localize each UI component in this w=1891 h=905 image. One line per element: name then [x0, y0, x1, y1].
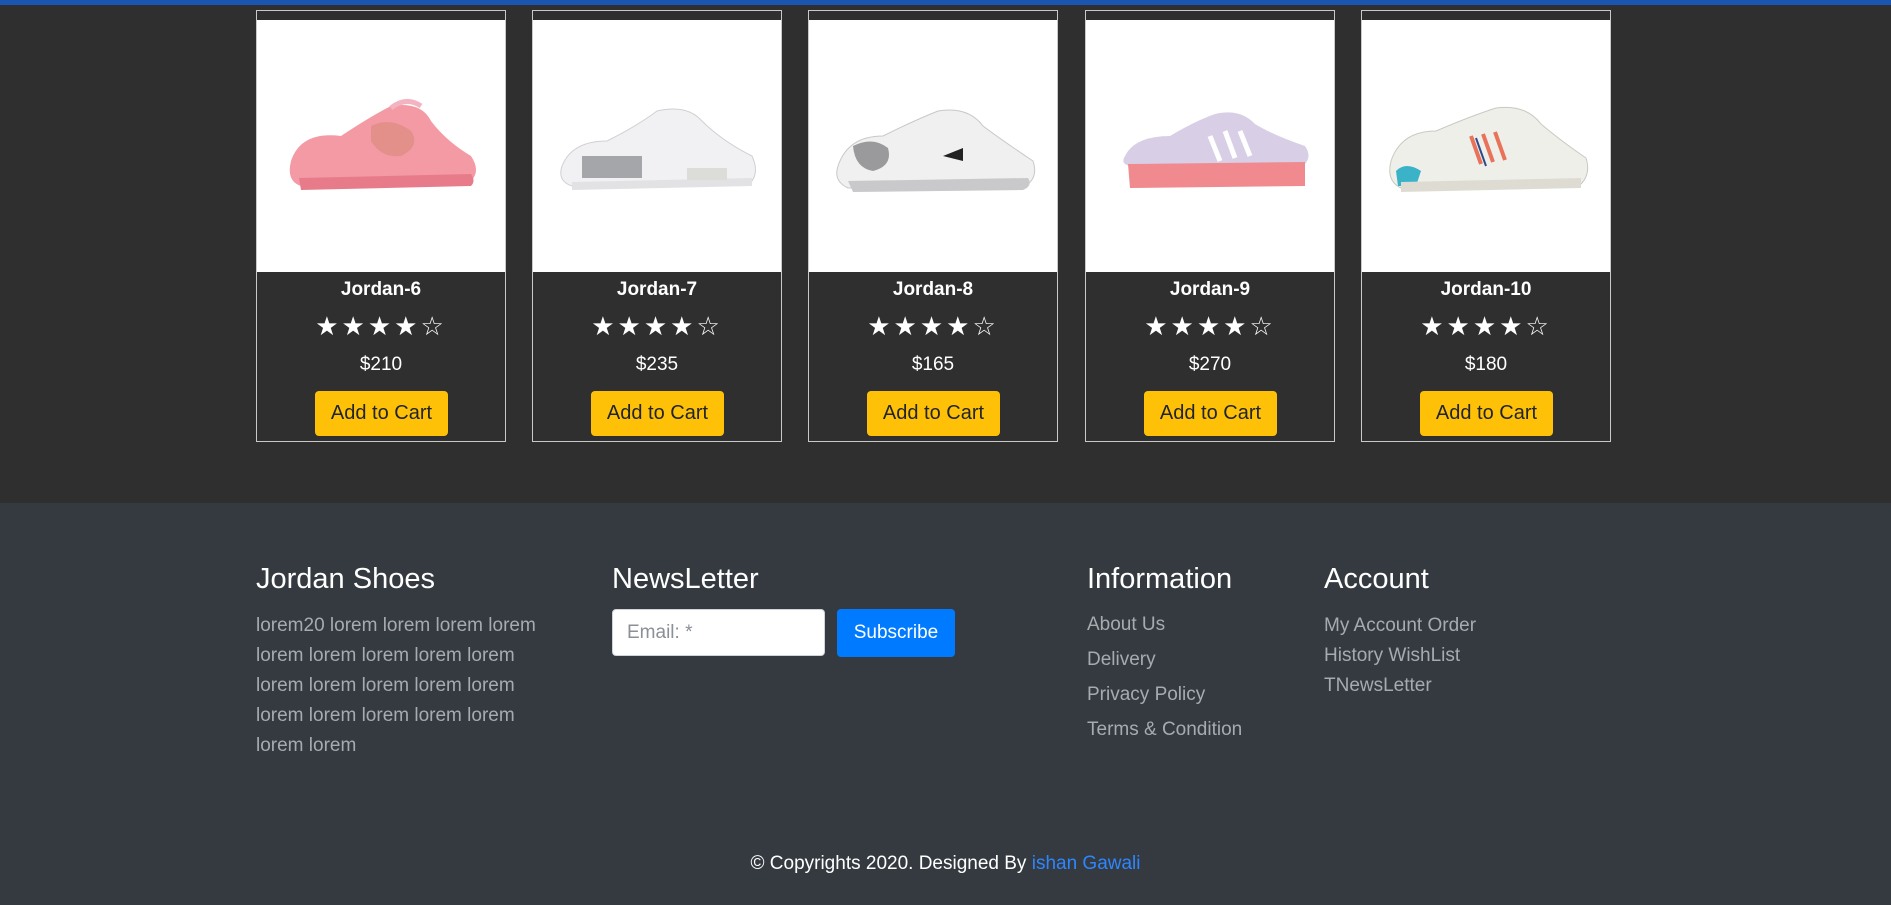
star-filled-icon: ★ [893, 311, 920, 341]
star-outline-icon: ☆ [696, 311, 723, 341]
product-image[interactable] [1362, 20, 1610, 272]
product-card: Jordan-8 ★★★★☆ $165 Add to Cart [808, 10, 1058, 442]
rating-stars: ★★★★☆ [809, 311, 1057, 341]
footer-brand-line: lorem lorem lorem lorem lorem [256, 705, 515, 726]
link-about-us[interactable]: About Us [1087, 607, 1242, 642]
product-price: $180 [1464, 354, 1508, 375]
star-filled-icon: ★ [919, 311, 947, 341]
link-privacy-policy[interactable]: Privacy Policy [1087, 677, 1242, 712]
footer-brand-line: lorem lorem lorem lorem lorem [256, 645, 515, 666]
product-card: Jordan-9 ★★★★☆ $270 Add to Cart [1085, 10, 1335, 442]
star-filled-icon: ★ [1420, 311, 1447, 341]
add-to-cart-button[interactable]: Add to Cart [1144, 391, 1277, 436]
footer-brand-line: lorem20 lorem lorem lorem lorem [256, 615, 536, 636]
shoe-image-white-multicolor [1389, 106, 1589, 192]
product-name: Jordan-8 [892, 279, 974, 300]
information-links: About Us Delivery Privacy Policy Terms &… [1087, 607, 1242, 747]
footer-brand-text: lorem20 lorem lorem lorem lorem lorem lo… [256, 611, 536, 761]
copyright-text: © Copyrights 2020. Designed By [750, 853, 1032, 874]
account-line: TNewsLetter [1324, 675, 1432, 696]
products-section: Jordan-6 ★★★★☆ $210 Add to Cart Jordan-7… [0, 5, 1891, 503]
star-filled-icon: ★ [946, 311, 973, 341]
star-filled-icon: ★ [1144, 311, 1171, 341]
account-line: History WishList [1324, 645, 1461, 666]
product-image[interactable] [257, 20, 505, 272]
rating-stars: ★★★★☆ [533, 311, 781, 341]
star-filled-icon: ★ [1499, 311, 1526, 341]
product-name: Jordan-9 [1169, 279, 1251, 300]
product-price: $270 [1188, 354, 1232, 375]
account-line: My Account Order [1324, 615, 1477, 636]
star-outline-icon: ☆ [972, 311, 999, 341]
rating-stars: ★★★★☆ [1362, 311, 1610, 341]
email-input[interactable] [612, 609, 825, 656]
product-name: Jordan-6 [340, 279, 422, 300]
product-card: Jordan-6 ★★★★☆ $210 Add to Cart [256, 10, 506, 442]
newsletter-title: NewsLetter [612, 563, 759, 595]
product-card: Jordan-7 ★★★★☆ $235 Add to Cart [532, 10, 782, 442]
star-filled-icon: ★ [1196, 311, 1224, 341]
shoe-image-pink [289, 99, 476, 190]
star-filled-icon: ★ [1170, 311, 1197, 341]
link-terms-condition[interactable]: Terms & Condition [1087, 712, 1242, 747]
add-to-cart-button[interactable]: Add to Cart [591, 391, 724, 436]
star-filled-icon: ★ [1223, 311, 1250, 341]
star-filled-icon: ★ [1472, 311, 1500, 341]
star-filled-icon: ★ [670, 311, 697, 341]
product-image[interactable] [1086, 20, 1334, 272]
star-filled-icon: ★ [591, 311, 618, 341]
product-price: $235 [635, 354, 679, 375]
author-link[interactable]: ishan Gawali [1032, 853, 1141, 874]
star-filled-icon: ★ [1446, 311, 1473, 341]
product-name: Jordan-10 [1440, 279, 1532, 300]
star-outline-icon: ☆ [420, 311, 447, 341]
star-filled-icon: ★ [341, 311, 368, 341]
account-text: My Account Order History WishList TNewsL… [1324, 611, 1476, 701]
star-outline-icon: ☆ [1249, 311, 1276, 341]
shoe-image-white [560, 108, 756, 190]
shoe-image-lilac-pink [1123, 112, 1309, 188]
star-filled-icon: ★ [367, 311, 395, 341]
product-image[interactable] [809, 20, 1057, 272]
product-price: $165 [911, 354, 955, 375]
star-filled-icon: ★ [643, 311, 671, 341]
add-to-cart-button[interactable]: Add to Cart [315, 391, 448, 436]
product-name: Jordan-7 [616, 279, 698, 300]
rating-stars: ★★★★☆ [1086, 311, 1334, 341]
information-title: Information [1087, 563, 1233, 595]
star-filled-icon: ★ [394, 311, 421, 341]
add-to-cart-button[interactable]: Add to Cart [1420, 391, 1553, 436]
subscribe-button[interactable]: Subscribe [837, 609, 955, 657]
star-filled-icon: ★ [315, 311, 342, 341]
rating-stars: ★★★★☆ [257, 311, 505, 341]
product-card: Jordan-10 ★★★★☆ $180 Add to Cart [1361, 10, 1611, 442]
link-delivery[interactable]: Delivery [1087, 642, 1242, 677]
product-image[interactable] [533, 20, 781, 272]
copyright: © Copyrights 2020. Designed By ishan Gaw… [0, 853, 1891, 875]
shoe-image-white-grey [836, 109, 1036, 192]
star-filled-icon: ★ [867, 311, 894, 341]
star-filled-icon: ★ [617, 311, 644, 341]
footer-brand-title: Jordan Shoes [256, 563, 435, 595]
add-to-cart-button[interactable]: Add to Cart [867, 391, 1000, 436]
footer-brand-line: lorem lorem lorem lorem lorem [256, 675, 515, 696]
footer-brand-line: lorem lorem [256, 735, 357, 756]
footer: Jordan Shoes lorem20 lorem lorem lorem l… [0, 503, 1891, 905]
star-outline-icon: ☆ [1525, 311, 1552, 341]
product-price: $210 [359, 354, 403, 375]
account-title: Account [1324, 563, 1429, 595]
